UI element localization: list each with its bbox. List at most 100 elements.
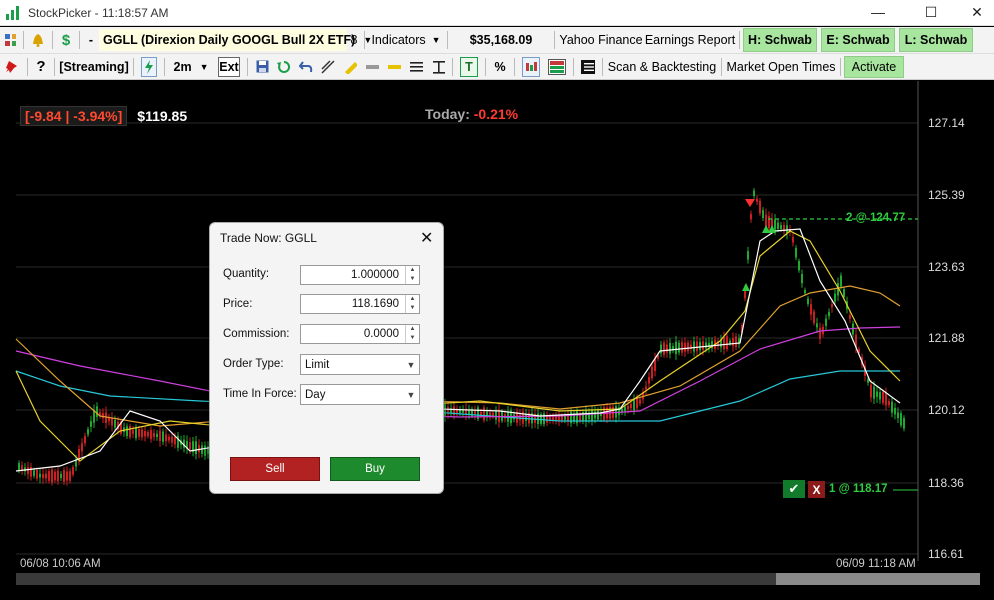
- text-tool-label: T: [460, 56, 478, 77]
- candle-body: [840, 275, 842, 287]
- today-value: -0.21%: [473, 106, 519, 122]
- maximize-button[interactable]: ☐: [908, 0, 954, 24]
- candle-body: [705, 342, 707, 349]
- candle-body: [129, 425, 131, 438]
- market-open-times-button[interactable]: Market Open Times: [725, 56, 837, 78]
- title-bar: StockPicker - 11:18:57 AM — ☐ ✕: [0, 0, 994, 26]
- e-schwab-button[interactable]: E: Schwab: [821, 28, 895, 52]
- measure-icon[interactable]: [427, 56, 449, 78]
- candle-body: [132, 430, 134, 434]
- pin-icon[interactable]: [0, 56, 24, 78]
- ma-line-orange: [15, 285, 901, 427]
- candle-body: [111, 417, 113, 426]
- candle-body: [678, 342, 680, 353]
- help-icon[interactable]: ?: [31, 56, 51, 78]
- percent-toggle[interactable]: %: [489, 56, 511, 78]
- spin-down-icon[interactable]: ▼: [406, 275, 419, 284]
- refresh-icon[interactable]: [273, 56, 295, 78]
- horizontal-line-yellow-icon[interactable]: [383, 56, 405, 78]
- quantity-value[interactable]: 1.000000: [301, 269, 405, 281]
- menu-icon[interactable]: [577, 56, 599, 78]
- candle-body: [33, 470, 35, 476]
- candle-body: [888, 401, 890, 406]
- save-icon[interactable]: [251, 56, 273, 78]
- candle-body: [165, 434, 167, 441]
- streaming-status[interactable]: [Streaming]: [58, 56, 130, 78]
- horizontal-line-gray-icon[interactable]: [361, 56, 383, 78]
- scan-backtesting-button[interactable]: Scan & Backtesting: [606, 56, 718, 78]
- l-schwab-button[interactable]: L: Schwab: [899, 28, 973, 52]
- lines-icon[interactable]: [405, 56, 427, 78]
- price-stepper[interactable]: 118.1690 ▲ ▼: [300, 294, 420, 314]
- interval-dropdown[interactable]: 2m ▼: [168, 56, 214, 78]
- order-label[interactable]: 1 @ 118.17: [829, 483, 888, 495]
- candle-body: [519, 414, 521, 421]
- activate-button[interactable]: Activate: [844, 55, 904, 78]
- grid-icon[interactable]: [0, 29, 20, 51]
- spin-up-icon[interactable]: ▲: [406, 266, 419, 275]
- candle-body: [813, 311, 815, 324]
- close-button[interactable]: ✕: [954, 0, 994, 24]
- candle-body: [639, 399, 641, 404]
- candle-body: [759, 200, 761, 214]
- candle-body: [867, 379, 869, 383]
- quantity-stepper[interactable]: 1.000000 ▲ ▼: [300, 265, 420, 285]
- trendline-icon[interactable]: [317, 56, 339, 78]
- buy-button[interactable]: Buy: [330, 457, 420, 481]
- candle-body: [807, 298, 809, 305]
- highlighter-icon[interactable]: [339, 56, 361, 78]
- text-tool-toggle[interactable]: T: [456, 56, 482, 78]
- candle-body: [693, 341, 695, 352]
- bell-icon[interactable]: [27, 29, 49, 51]
- spin-up-icon[interactable]: ▲: [406, 325, 419, 334]
- position-label[interactable]: 2 @ 124.77: [846, 212, 905, 224]
- yahoo-finance-link[interactable]: Yahoo Finance: [558, 29, 644, 51]
- tif-select[interactable]: Day ▼: [300, 384, 420, 405]
- price-value[interactable]: 118.1690: [301, 298, 405, 310]
- app-logo-icon: [6, 5, 22, 20]
- candle-body: [696, 341, 698, 352]
- h-schwab-button[interactable]: H: Schwab: [743, 28, 817, 52]
- candle-body: [594, 411, 596, 419]
- commission-label: Commission:: [223, 328, 290, 340]
- chart-canvas[interactable]: [0, 81, 994, 600]
- spin-up-icon[interactable]: ▲: [406, 295, 419, 304]
- order-type-select[interactable]: Limit ▼: [300, 354, 420, 375]
- lightning-icon[interactable]: [137, 56, 161, 78]
- candle-body: [27, 467, 29, 475]
- candle-body: [897, 412, 899, 419]
- spin-down-icon[interactable]: ▼: [406, 304, 419, 313]
- sell-signal-icon: [745, 199, 755, 207]
- confirm-order-icon[interactable]: ✔: [783, 480, 805, 498]
- volume-chart-icon[interactable]: [544, 56, 570, 78]
- price-chart[interactable]: [-9.84 | -3.94%] $119.85 Today: -0.21% 1…: [0, 81, 994, 600]
- commission-value[interactable]: 0.0000: [301, 328, 405, 340]
- trade-dialog: Trade Now: GGLL ✕ Quantity: 1.000000 ▲ ▼ …: [209, 222, 444, 494]
- earnings-report-link[interactable]: Earnings Report: [644, 29, 736, 51]
- candle-body: [81, 443, 83, 452]
- candlestick-icon[interactable]: [518, 56, 544, 78]
- candle-body: [480, 411, 482, 416]
- tif-value: Day: [305, 388, 326, 401]
- candle-body: [735, 336, 737, 347]
- scrollbar-thumb[interactable]: [776, 573, 980, 585]
- cancel-order-button[interactable]: X: [808, 481, 825, 498]
- sell-button[interactable]: Sell: [230, 457, 320, 481]
- dollar-icon[interactable]: $: [56, 29, 76, 51]
- candle-body: [87, 429, 89, 435]
- price-change: [-9.84 | -3.94%]: [20, 106, 128, 126]
- indicators-dropdown[interactable]: Indicators ▼: [368, 29, 444, 51]
- extended-hours-toggle[interactable]: Ext: [214, 56, 244, 78]
- dialog-close-button[interactable]: ✕: [420, 228, 433, 248]
- commission-stepper[interactable]: 0.0000 ▲ ▼: [300, 324, 420, 344]
- candle-body: [801, 274, 803, 284]
- candle-body: [48, 471, 50, 481]
- candle-body: [684, 342, 686, 352]
- candle-body: [96, 406, 98, 417]
- minimize-button[interactable]: —: [855, 0, 901, 24]
- undo-icon[interactable]: [295, 56, 317, 78]
- symbol-select[interactable]: GGLL (Direxion Daily GOOGL Bull 2X ETF) …: [99, 29, 372, 51]
- spin-down-icon[interactable]: ▼: [406, 334, 419, 343]
- candle-body: [177, 435, 179, 448]
- chart-scrollbar[interactable]: [16, 573, 980, 585]
